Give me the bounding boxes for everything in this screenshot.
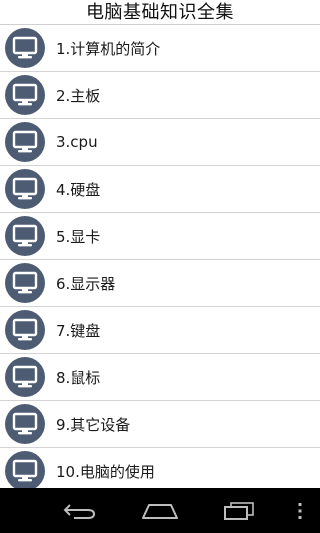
list-item[interactable]: 9.其它设备 xyxy=(0,401,320,448)
list-item[interactable]: 2.主板 xyxy=(0,72,320,119)
list-item-label: 4.硬盘 xyxy=(56,180,101,199)
monitor-icon xyxy=(5,263,45,303)
list-item[interactable]: 5.显卡 xyxy=(0,213,320,260)
monitor-icon xyxy=(5,451,45,488)
list-item[interactable]: 1.计算机的简介 xyxy=(0,25,320,72)
list-item-label: 6.显示器 xyxy=(56,274,116,293)
overflow-menu-icon[interactable] xyxy=(288,488,312,533)
monitor-icon xyxy=(5,75,45,115)
page-title: 电脑基础知识全集 xyxy=(86,1,234,23)
list-item[interactable]: 3.cpu xyxy=(0,119,320,166)
list-item-label: 9.其它设备 xyxy=(56,415,131,434)
topic-list: 1.计算机的简介 2.主板 3.cpu 4.硬盘 5.显卡 6.显示器 7.键盘… xyxy=(0,25,320,488)
list-item-label: 2.主板 xyxy=(56,86,101,105)
monitor-icon xyxy=(5,169,45,209)
list-item-label: 8.鼠标 xyxy=(56,368,101,387)
list-item[interactable]: 6.显示器 xyxy=(0,260,320,307)
monitor-icon xyxy=(5,404,45,444)
list-item[interactable]: 8.鼠标 xyxy=(0,354,320,401)
list-item-label: 3.cpu xyxy=(56,133,98,151)
recent-apps-icon[interactable] xyxy=(214,488,264,533)
list-item[interactable]: 7.键盘 xyxy=(0,307,320,354)
monitor-icon xyxy=(5,216,45,256)
home-icon[interactable] xyxy=(134,488,186,533)
list-item-label: 10.电脑的使用 xyxy=(56,462,155,481)
monitor-icon xyxy=(5,357,45,397)
list-item-label: 5.显卡 xyxy=(56,227,101,246)
list-item-label: 1.计算机的简介 xyxy=(56,39,161,58)
monitor-icon xyxy=(5,28,45,68)
title-bar: 电脑基础知识全集 xyxy=(0,0,320,25)
list-item[interactable]: 4.硬盘 xyxy=(0,166,320,213)
list-item[interactable]: 10.电脑的使用 xyxy=(0,448,320,488)
list-item-label: 7.键盘 xyxy=(56,321,101,340)
back-icon[interactable] xyxy=(55,488,105,533)
system-navigation-bar xyxy=(0,488,320,533)
monitor-icon xyxy=(5,122,45,162)
monitor-icon xyxy=(5,310,45,350)
